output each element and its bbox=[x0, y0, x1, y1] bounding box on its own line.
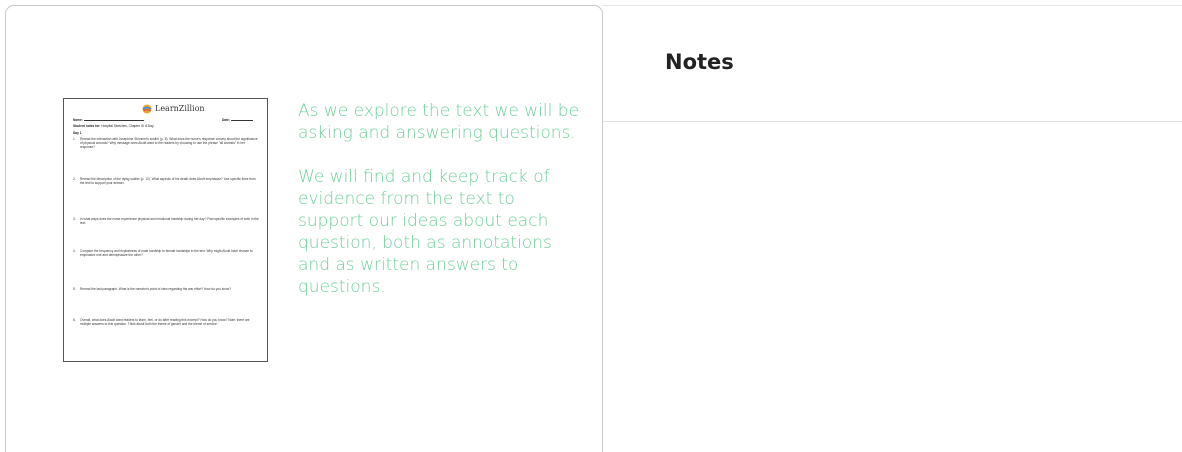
worksheet-question-text: In what ways does the nurse experience p… bbox=[80, 217, 259, 225]
worksheet-date-label: Date: bbox=[222, 118, 230, 122]
worksheet-question-text: Overall, what does Alcott want readers t… bbox=[80, 318, 250, 326]
worksheet-question-number: 3. bbox=[73, 217, 76, 221]
worksheet-date-row: Date: bbox=[222, 118, 253, 122]
worksheet-question-number: 6. bbox=[73, 318, 76, 322]
learnzillion-logo-icon bbox=[142, 104, 152, 114]
worksheet-thumbnail: LearnZillion Name: Date: Student notes f… bbox=[63, 98, 268, 362]
worksheet-question-number: 4. bbox=[73, 249, 76, 253]
worksheet-question-number: 5. bbox=[73, 287, 76, 291]
worksheet-question-text: Reread the description of the dying sold… bbox=[80, 177, 256, 185]
worksheet-question-number: 2. bbox=[73, 177, 76, 181]
worksheet-name-label: Name: bbox=[73, 118, 83, 122]
slide-paragraph: As we explore the text we will be asking… bbox=[298, 101, 580, 143]
notes-divider bbox=[603, 121, 1182, 122]
slide-body-text: As we explore the text we will be asking… bbox=[298, 100, 580, 320]
worksheet-question-text: Reread the interaction with Josephine Sh… bbox=[80, 137, 258, 149]
worksheet-student-notes-label: Student notes for: bbox=[73, 124, 101, 128]
worksheet-brand: LearnZillion bbox=[155, 104, 205, 113]
notes-title: Notes bbox=[665, 50, 734, 74]
notes-panel-top-border bbox=[603, 5, 1182, 6]
worksheet-question-number: 1. bbox=[73, 137, 76, 141]
worksheet-day-label: Day 1 bbox=[73, 131, 82, 135]
slide-paragraph: We will find and keep track of evidence … bbox=[298, 167, 552, 297]
worksheet-date-blank bbox=[230, 118, 253, 121]
worksheet-name-blank bbox=[83, 118, 144, 121]
worksheet-name-row: Name: bbox=[73, 118, 144, 122]
worksheet-question-text: Compare the frequency and explicitness o… bbox=[80, 249, 253, 257]
slide-card: LearnZillion Name: Date: Student notes f… bbox=[5, 5, 603, 452]
worksheet-logo: LearnZillion bbox=[142, 103, 205, 115]
worksheet-student-notes-row: Student notes for: Hospital Sketches, Ch… bbox=[73, 124, 154, 128]
worksheet-student-notes-value: Hospital Sketches, Chapter III: A Day bbox=[101, 124, 154, 128]
worksheet-question-text: Reread the last paragraph. What is the n… bbox=[80, 287, 231, 291]
